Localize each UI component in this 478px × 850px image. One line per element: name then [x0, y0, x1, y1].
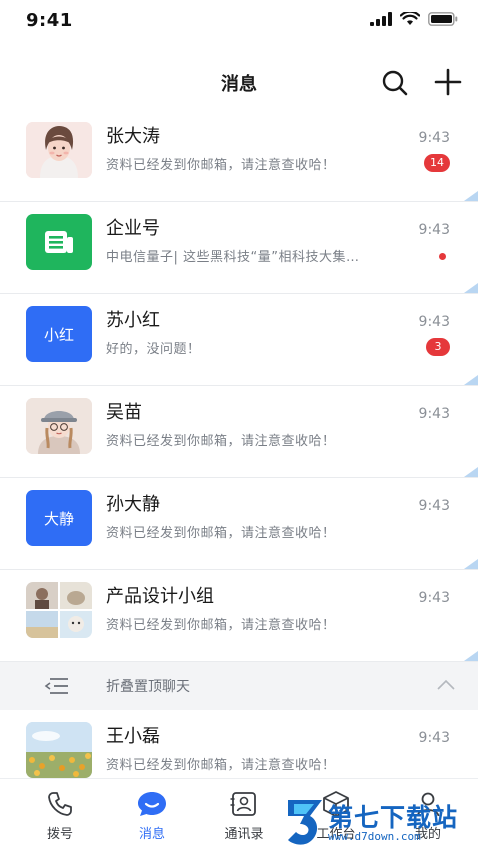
chat-preview: 资料已经发到你邮箱，请注意查收哈！ [106, 758, 336, 773]
avatar: 大静 [26, 490, 92, 546]
fold-label: 折叠置顶聊天 [106, 679, 190, 695]
status-time: 9:41 [26, 10, 73, 31]
pinned-corner-marker [464, 467, 478, 477]
girl-avatar-icon [26, 122, 92, 178]
chat-item-zhang-da-tao[interactable]: 张大涛 资料已经发到你邮箱，请注意查收哈！ 9:43 14 [0, 110, 478, 202]
avatar: 小红 [26, 306, 92, 362]
chat-item-product-design-group[interactable]: 产品设计小组 资料已经发到你邮箱，请注意查收哈！ 9:43 [0, 570, 478, 662]
pinned-corner-marker [464, 191, 478, 201]
chat-name: 企业号 [106, 218, 160, 239]
bottom-tab-bar: 拨号 消息 通讯录 工作台 我的 [0, 778, 478, 850]
group-avatar-icon [26, 582, 92, 638]
unread-badge: 14 [424, 154, 450, 172]
chat-bubble-icon [138, 792, 166, 816]
chat-time: 9:43 [418, 130, 450, 146]
chat-preview: 资料已经发到你邮箱，请注意查收哈！ [106, 618, 336, 633]
chat-name: 孙大静 [106, 494, 160, 515]
avatar [26, 122, 92, 178]
chat-name: 吴苗 [106, 402, 142, 423]
wifi-icon [400, 12, 420, 25]
chat-time: 9:43 [418, 314, 450, 330]
chat-preview: 资料已经发到你邮箱，请注意查收哈！ [106, 526, 336, 541]
document-icon [45, 231, 73, 253]
pinned-corner-marker [464, 559, 478, 569]
chat-name: 产品设计小组 [106, 586, 214, 607]
cube-icon [323, 791, 349, 817]
tab-dial[interactable]: 拨号 [14, 779, 106, 850]
battery-icon [428, 12, 458, 26]
flower-field-avatar-icon [26, 722, 92, 778]
signal-icon [370, 12, 392, 26]
fold-list-icon [44, 678, 68, 694]
search-icon[interactable] [380, 68, 410, 98]
chat-time: 9:43 [418, 406, 450, 422]
pinned-corner-marker [464, 651, 478, 661]
chat-preview: 中电信量子| 这些黑科技“量”相科技大集… [106, 250, 360, 265]
chat-name: 张大涛 [106, 126, 160, 147]
chat-item-sun-da-jing[interactable]: 大静 孙大静 资料已经发到你邮箱，请注意查收哈！ 9:43 [0, 478, 478, 570]
chat-time: 9:43 [418, 222, 450, 238]
contacts-icon [230, 792, 256, 816]
avatar [26, 582, 92, 638]
tab-contacts[interactable]: 通讯录 [198, 779, 290, 850]
tab-label: 工作台 [316, 827, 356, 842]
avatar [26, 722, 92, 778]
phone-icon [48, 792, 72, 816]
unread-badge: 3 [426, 338, 450, 356]
nav-bar: 消息 [0, 56, 478, 106]
avatar-initials: 大静 [43, 509, 74, 528]
person-icon [416, 792, 440, 817]
chat-preview: 资料已经发到你邮箱，请注意查收哈！ [106, 434, 336, 449]
chat-item-su-xiao-hong[interactable]: 小红 苏小红 好的，没问题！ 9:43 3 [0, 294, 478, 386]
tab-label: 我的 [414, 827, 441, 842]
tab-label: 通讯录 [224, 827, 264, 842]
tab-label: 拨号 [46, 827, 73, 842]
chat-name: 苏小红 [106, 310, 160, 331]
chat-name: 王小磊 [106, 726, 160, 747]
avatar [26, 214, 92, 270]
pinned-corner-marker [464, 375, 478, 385]
chat-list: 张大涛 资料已经发到你邮箱，请注意查收哈！ 9:43 14 企业号 中电信量子|… [0, 110, 478, 802]
chat-time: 9:43 [418, 730, 450, 746]
unread-dot [439, 253, 446, 260]
chevron-up-icon[interactable] [436, 678, 456, 692]
status-icons [370, 12, 458, 26]
tab-me[interactable]: 我的 [382, 779, 474, 850]
status-bar: 9:41 [0, 0, 478, 44]
chat-item-wu-miao[interactable]: 吴苗 资料已经发到你邮箱，请注意查收哈！ 9:43 [0, 386, 478, 478]
pinned-corner-marker [464, 283, 478, 293]
tab-workbench[interactable]: 工作台 [290, 779, 382, 850]
chat-time: 9:43 [418, 498, 450, 514]
avatar-initials: 小红 [43, 325, 74, 344]
avatar [26, 398, 92, 454]
tab-label: 消息 [138, 827, 165, 842]
chat-preview: 好的，没问题！ [106, 342, 201, 357]
add-icon[interactable] [432, 66, 464, 98]
tab-messages[interactable]: 消息 [106, 779, 198, 850]
chat-time: 9:43 [418, 590, 450, 606]
girl-with-hat-avatar-icon [26, 398, 92, 454]
chat-preview: 资料已经发到你邮箱，请注意查收哈！ [106, 158, 336, 173]
fold-pinned-chats-bar[interactable]: 折叠置顶聊天 [0, 662, 478, 710]
chat-item-enterprise-account[interactable]: 企业号 中电信量子| 这些黑科技“量”相科技大集… 9:43 [0, 202, 478, 294]
